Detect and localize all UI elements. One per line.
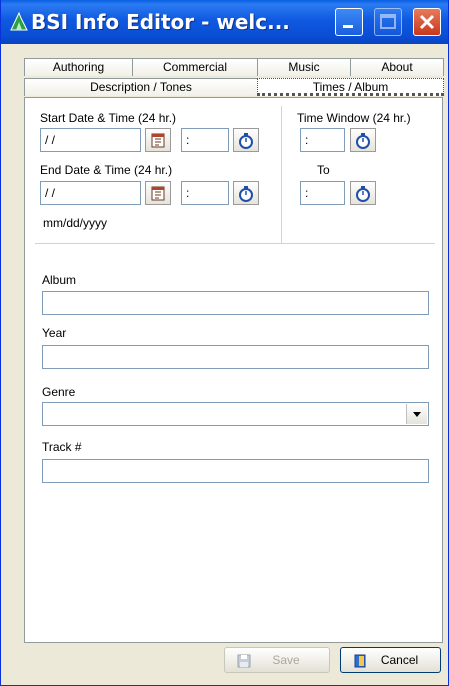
stopwatch-icon <box>356 186 370 202</box>
app-window: BSI Info Editor - welc... Authoring Comm… <box>0 0 449 686</box>
track-label: Track # <box>42 440 82 454</box>
start-date-input[interactable]: / / <box>40 128 141 152</box>
window-title: BSI Info Editor - welc... <box>31 10 290 34</box>
time-window-to-button[interactable] <box>350 181 376 205</box>
save-label: Save <box>272 653 300 667</box>
tab-authoring[interactable]: Authoring <box>24 58 133 76</box>
tab-label: Authoring <box>52 60 105 74</box>
end-time-button[interactable] <box>233 181 259 205</box>
exit-door-icon <box>354 654 366 668</box>
to-label: To <box>317 163 330 177</box>
tab-label: Commercial <box>162 60 227 74</box>
album-input[interactable] <box>42 291 429 315</box>
minimize-button[interactable] <box>335 8 363 36</box>
time-window-from-input[interactable]: : <box>300 128 345 152</box>
start-time-button[interactable] <box>233 128 259 152</box>
chevron-down-icon <box>413 412 421 417</box>
time-window-label: Time Window (24 hr.) <box>297 111 411 125</box>
save-button[interactable]: Save <box>224 647 330 673</box>
tab-row-bottom: Description / Tones Times / Album <box>24 78 444 96</box>
title-bar[interactable]: BSI Info Editor - welc... <box>1 0 448 44</box>
calendar-icon <box>151 133 165 148</box>
end-date-input[interactable]: / / <box>40 181 141 205</box>
tab-label: Music <box>288 60 320 74</box>
tab-label: Description / Tones <box>90 80 192 94</box>
start-datetime-label: Start Date & Time (24 hr.) <box>40 111 177 125</box>
genre-dropdown-button[interactable] <box>406 404 427 424</box>
tab-music[interactable]: Music <box>257 58 351 76</box>
genre-select[interactable] <box>42 402 429 426</box>
maximize-button[interactable] <box>374 8 402 36</box>
year-input[interactable] <box>42 345 429 369</box>
time-window-to-input[interactable]: : <box>300 181 345 205</box>
track-input[interactable] <box>42 459 429 483</box>
end-datetime-label: End Date & Time (24 hr.) <box>40 163 173 177</box>
date-format-hint: mm/dd/yyyy <box>43 216 108 230</box>
stopwatch-icon <box>239 186 253 202</box>
time-window-from-button[interactable] <box>350 128 376 152</box>
cancel-button[interactable]: Cancel <box>340 647 441 673</box>
app-icon <box>9 10 29 32</box>
cancel-label: Cancel <box>380 653 419 667</box>
album-label: Album <box>42 273 77 287</box>
end-time-input[interactable]: : <box>181 181 229 205</box>
tab-label: About <box>381 60 413 74</box>
tab-commercial[interactable]: Commercial <box>132 58 258 76</box>
end-calendar-button[interactable] <box>145 181 171 205</box>
start-time-input[interactable]: : <box>181 128 229 152</box>
tab-about[interactable]: About <box>350 58 444 76</box>
calendar-icon <box>151 186 165 201</box>
stopwatch-icon <box>239 133 253 149</box>
close-button[interactable] <box>413 8 441 36</box>
vertical-divider <box>281 106 282 244</box>
floppy-disk-icon <box>237 654 251 668</box>
tab-row-top: Authoring Commercial Music About <box>24 58 444 76</box>
tab-description-tones[interactable]: Description / Tones <box>24 78 258 96</box>
genre-label: Genre <box>42 385 76 399</box>
start-calendar-button[interactable] <box>145 128 171 152</box>
times-album-panel: Start Date & Time (24 hr.) / / : End Dat… <box>24 97 443 643</box>
year-label: Year <box>42 326 67 340</box>
tab-times-album[interactable]: Times / Album <box>257 78 444 96</box>
tab-label: Times / Album <box>312 80 389 94</box>
stopwatch-icon <box>356 133 370 149</box>
horizontal-divider <box>35 243 435 244</box>
